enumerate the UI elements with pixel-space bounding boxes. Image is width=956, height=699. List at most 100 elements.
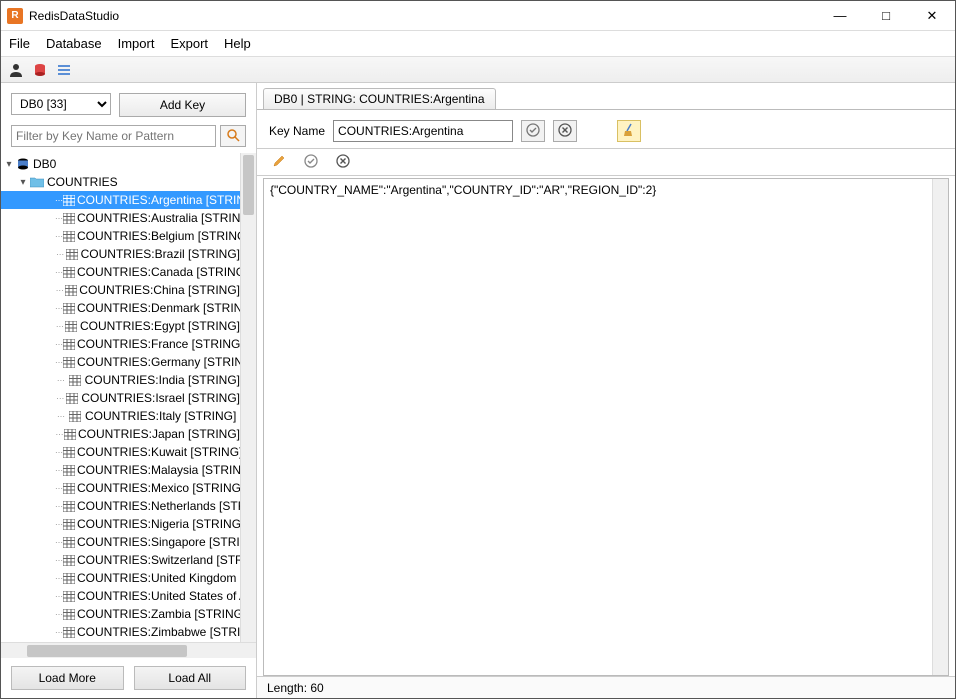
tree-key-item[interactable]: ⋯COUNTRIES:Singapore [STRING] <box>1 533 240 551</box>
grid-icon <box>63 193 75 207</box>
tree-key-item[interactable]: ⋯COUNTRIES:Japan [STRING] <box>1 425 240 443</box>
grid-icon <box>63 211 75 225</box>
tree-key-item[interactable]: ⋯COUNTRIES:India [STRING] <box>1 371 240 389</box>
collapse-icon[interactable]: ▾ <box>17 177 29 188</box>
tree-key-label: COUNTRIES:Mexico [STRING] <box>77 481 240 495</box>
grid-icon <box>65 247 79 261</box>
tree-connector-icon: ⋯ <box>55 286 65 295</box>
tree-key-item[interactable]: ⋯COUNTRIES:Australia [STRING] <box>1 209 240 227</box>
tree-key-label: COUNTRIES:Kuwait [STRING] <box>77 445 240 459</box>
filter-search-button[interactable] <box>220 125 246 147</box>
app-window: R RedisDataStudio ― □ ✕ File Database Im… <box>0 0 956 699</box>
tree-folder-countries[interactable]: ▾ COUNTRIES <box>1 173 240 191</box>
tree-key-item[interactable]: ⋯COUNTRIES:United States of America [STR… <box>1 587 240 605</box>
tree-connector-icon: ⋯ <box>55 448 63 457</box>
clean-key-button[interactable] <box>617 120 641 142</box>
tree-key-item[interactable]: ⋯ COUNTRIES:Kuwait [STRING] <box>1 443 240 461</box>
key-name-label: Key Name <box>269 124 325 138</box>
tree-connector-icon: ⋯ <box>55 520 63 529</box>
key-tree[interactable]: ▾ DB0 ▾ COUNTRIES ⋯COUNTRIES:Argentina [… <box>1 153 240 642</box>
tree-key-item[interactable]: ⋯COUNTRIES:Switzerland [STRING] <box>1 551 240 569</box>
toolbar <box>1 57 955 83</box>
menu-export[interactable]: Export <box>170 36 208 51</box>
tree-root-label: DB0 <box>33 157 56 171</box>
tree-key-item[interactable]: ⋯COUNTRIES:Israel [STRING] <box>1 389 240 407</box>
value-toolbar <box>257 148 955 176</box>
tree-connector-icon: ⋯ <box>55 538 63 547</box>
tree-key-item[interactable]: ⋯COUNTRIES:Zambia [STRING] <box>1 605 240 623</box>
grid-icon <box>63 229 75 243</box>
tree-key-item[interactable]: ⋯COUNTRIES:Italy [STRING] <box>1 407 240 425</box>
tree-key-item[interactable]: ⋯COUNTRIES:Nigeria [STRING] <box>1 515 240 533</box>
tree-connector-icon: ⋯ <box>55 610 63 619</box>
tree-key-item[interactable]: ⋯ COUNTRIES:China [STRING] <box>1 281 240 299</box>
value-textarea[interactable] <box>264 179 932 675</box>
main-panel: DB0 | STRING: COUNTRIES:Argentina Key Na… <box>257 83 955 698</box>
value-vertical-scrollbar[interactable] <box>932 179 948 675</box>
minimize-button[interactable]: ― <box>817 1 863 31</box>
close-button[interactable]: ✕ <box>909 1 955 31</box>
tree-horizontal-scrollbar[interactable] <box>1 642 256 658</box>
tree-key-item[interactable]: ⋯COUNTRIES:Germany [STRING] <box>1 353 240 371</box>
load-more-button[interactable]: Load More <box>11 666 124 690</box>
db-config-icon[interactable] <box>31 61 49 79</box>
tree-key-label: COUNTRIES:Argentina [STRING] <box>77 193 240 207</box>
menu-import[interactable]: Import <box>118 36 155 51</box>
tree-key-label: COUNTRIES:China [STRING] <box>79 283 240 297</box>
status-length: Length: 60 <box>267 681 324 695</box>
collapse-icon[interactable]: ▾ <box>3 159 15 170</box>
tree-key-item[interactable]: ⋯COUNTRIES:United Kingdom [STRING] <box>1 569 240 587</box>
edit-value-button[interactable] <box>267 151 291 173</box>
scrollbar-thumb[interactable] <box>243 155 254 215</box>
grid-icon <box>63 355 75 369</box>
tree-folder-label: COUNTRIES <box>47 175 118 189</box>
tree-key-label: COUNTRIES:Belgium [STRING] <box>77 229 240 243</box>
tree-key-item[interactable]: ⋯COUNTRIES:Canada [STRING] <box>1 263 240 281</box>
tree-key-label: COUNTRIES:Australia [STRING] <box>77 211 240 225</box>
tree-key-item[interactable]: ⋯COUNTRIES:France [STRING] <box>1 335 240 353</box>
filter-input[interactable] <box>11 125 216 147</box>
tree-key-item[interactable]: ⋯COUNTRIES:Brazil [STRING] <box>1 245 240 263</box>
grid-icon <box>65 319 78 333</box>
grid-icon <box>63 535 75 549</box>
tree-connector-icon: ⋯ <box>55 628 63 637</box>
tree-key-item[interactable]: ⋯COUNTRIES:Mexico [STRING] <box>1 479 240 497</box>
menu-help[interactable]: Help <box>224 36 251 51</box>
grid-icon <box>63 463 75 477</box>
menu-file[interactable]: File <box>9 36 30 51</box>
tree-root-db[interactable]: ▾ DB0 <box>1 155 240 173</box>
grid-icon <box>63 571 75 585</box>
tree-connector-icon: ⋯ <box>55 322 65 331</box>
db-selector[interactable]: DB0 [33] <box>11 93 111 115</box>
tree-vertical-scrollbar[interactable] <box>240 153 256 642</box>
tree-key-label: COUNTRIES:Italy [STRING] <box>85 409 236 423</box>
tree-key-item[interactable]: ⋯COUNTRIES:Netherlands [STRING] <box>1 497 240 515</box>
cancel-value-button[interactable] <box>331 151 355 173</box>
maximize-button[interactable]: □ <box>863 1 909 31</box>
grid-icon <box>64 427 76 441</box>
grid-icon <box>63 481 75 495</box>
x-circle-icon <box>336 154 350 171</box>
list-icon[interactable] <box>55 61 73 79</box>
apply-value-button[interactable] <box>299 151 323 173</box>
apply-keyname-button[interactable] <box>521 120 545 142</box>
tab-active[interactable]: DB0 | STRING: COUNTRIES:Argentina <box>263 88 496 109</box>
menu-database[interactable]: Database <box>46 36 102 51</box>
tree-key-item[interactable]: ⋯COUNTRIES:Argentina [STRING] <box>1 191 240 209</box>
tree-key-label: COUNTRIES:Egypt [STRING] <box>80 319 240 333</box>
key-name-input[interactable] <box>333 120 513 142</box>
delete-key-button[interactable] <box>553 120 577 142</box>
add-key-button[interactable]: Add Key <box>119 93 246 117</box>
scrollbar-thumb[interactable] <box>27 645 187 657</box>
tree-key-item[interactable]: ⋯COUNTRIES:Malaysia [STRING] <box>1 461 240 479</box>
grid-icon <box>63 499 75 513</box>
user-icon[interactable] <box>7 61 25 79</box>
tree-key-item[interactable]: ⋯ COUNTRIES:Egypt [STRING] <box>1 317 240 335</box>
tree-key-item[interactable]: ⋯COUNTRIES:Zimbabwe [STRING] <box>1 623 240 641</box>
tree-key-item[interactable]: ⋯COUNTRIES:Belgium [STRING] <box>1 227 240 245</box>
grid-icon <box>65 391 79 405</box>
tree-key-label: COUNTRIES:Netherlands [STRING] <box>77 499 240 513</box>
tree-connector-icon: ⋯ <box>55 574 63 583</box>
tree-key-item[interactable]: ⋯COUNTRIES:Denmark [STRING] <box>1 299 240 317</box>
load-all-button[interactable]: Load All <box>134 666 247 690</box>
